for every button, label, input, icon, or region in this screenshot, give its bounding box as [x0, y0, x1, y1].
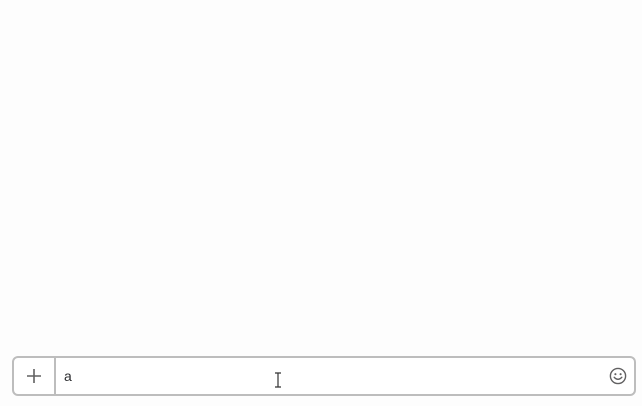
attach-button[interactable]: [14, 358, 56, 394]
message-composer: [12, 356, 636, 396]
smiley-icon: [609, 367, 627, 385]
message-list[interactable]: [0, 0, 642, 350]
message-input-wrapper: [56, 358, 602, 394]
message-input[interactable]: [56, 358, 602, 394]
plus-icon: [27, 369, 41, 383]
chat-window: [0, 0, 642, 406]
emoji-button[interactable]: [602, 358, 634, 394]
